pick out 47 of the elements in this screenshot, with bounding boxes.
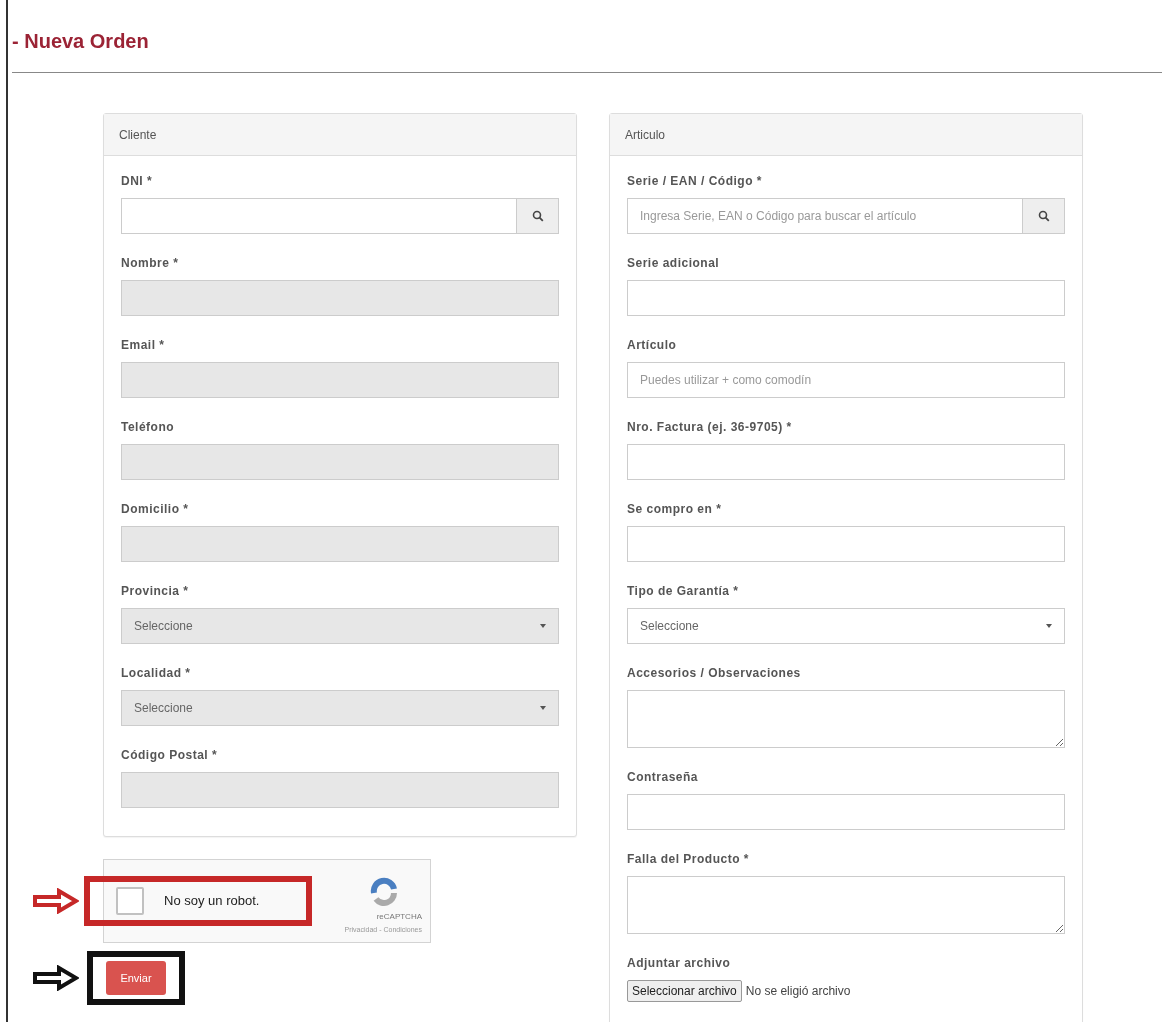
input-field[interactable]: Puedes utilizar + como comodín (627, 362, 1065, 398)
panel-heading: Articulo (610, 114, 1082, 156)
submit-button[interactable]: Enviar (106, 960, 166, 996)
caret-icon (540, 706, 546, 710)
field-label: DNI * (121, 173, 154, 190)
panel-heading: Cliente (104, 114, 576, 156)
input-field[interactable] (627, 280, 1065, 316)
field-label: Código Postal * (121, 747, 219, 764)
captcha-logo-icon (368, 876, 400, 909)
captcha-checkbox[interactable] (116, 887, 144, 915)
search-icon (1037, 210, 1050, 222)
caret-icon (1046, 624, 1052, 628)
field-label: Contraseña (627, 769, 700, 786)
field-label: Falla del Producto * (627, 851, 751, 868)
field-label: Provincia * (121, 583, 190, 600)
field-label: Artículo (627, 337, 678, 354)
field-label: Nro. Factura (ej. 36-9705) * (627, 419, 793, 436)
field-label: Accesorios / Observaciones (627, 665, 802, 682)
field-label: Teléfono (121, 419, 176, 436)
field-label: Localidad * (121, 665, 192, 682)
field-label: Se compro en * (627, 501, 723, 518)
captcha-brand: reCAPTCHA (376, 910, 422, 923)
select-field[interactable]: Seleccione (627, 608, 1065, 644)
text-area[interactable] (627, 876, 1065, 934)
page-title: - Nueva Orden (12, 29, 149, 54)
search-field[interactable]: Ingresa Serie, EAN o Código para buscar el artículo (627, 198, 1023, 234)
field-label: Serie / EAN / Código * (627, 173, 764, 190)
arrow-icon (33, 888, 79, 914)
field-label: Serie adicional (627, 255, 721, 272)
field-label: Domicilio * (121, 501, 190, 518)
field-label: Adjuntar archivo (627, 955, 732, 972)
search-icon (531, 210, 544, 222)
arrow-icon (33, 965, 79, 991)
search-button[interactable] (1023, 198, 1065, 234)
input-field[interactable] (627, 794, 1065, 830)
captcha-label: No soy un robot. (164, 892, 260, 911)
text-area[interactable] (627, 690, 1065, 748)
search-field[interactable] (121, 198, 517, 234)
caret-icon (540, 624, 546, 628)
field-label: Tipo de Garantía * (627, 583, 740, 600)
field-label: Nombre * (121, 255, 180, 272)
input-field[interactable] (627, 444, 1065, 480)
search-button[interactable] (517, 198, 559, 234)
field-label: Email * (121, 337, 166, 354)
input-field[interactable] (627, 526, 1065, 562)
file-status: No se eligió archivo (745, 983, 851, 1000)
choose-file-button[interactable]: Seleccionar archivo (627, 980, 742, 1002)
